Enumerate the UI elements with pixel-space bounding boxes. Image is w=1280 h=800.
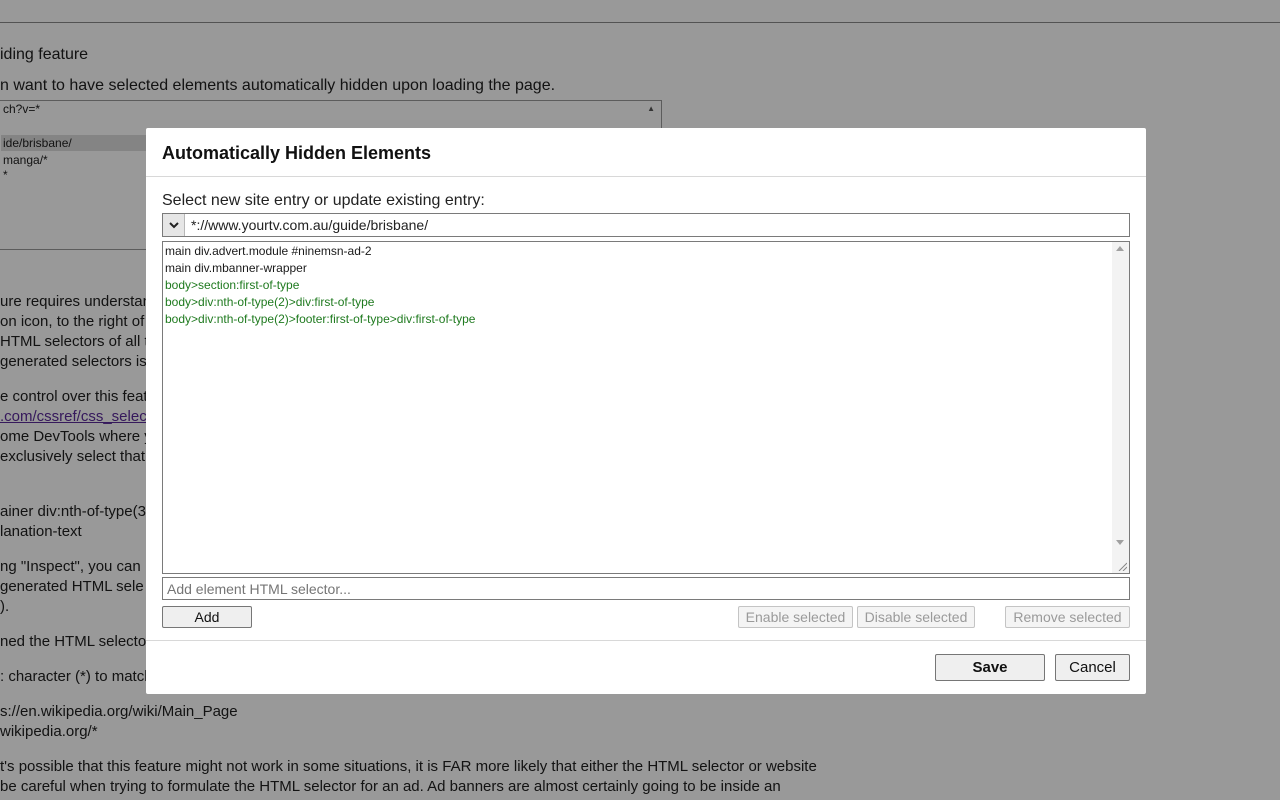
dialog-title: Automatically Hidden Elements: [162, 143, 432, 163]
remove-selected-button[interactable]: Remove selected: [1005, 606, 1130, 628]
site-entry-value: *://www.yourtv.com.au/guide/brisbane/: [191, 217, 429, 233]
footer-divider: [146, 640, 1146, 641]
selector-row[interactable]: main div.advert.module #ninemsn-ad-2: [165, 243, 475, 260]
scroll-up-arrow-icon[interactable]: [1116, 246, 1124, 251]
chevron-down-icon[interactable]: [163, 214, 185, 236]
cancel-button[interactable]: Cancel: [1055, 654, 1130, 681]
site-entry-select[interactable]: *://www.yourtv.com.au/guide/brisbane/: [162, 213, 1130, 237]
scroll-down-arrow-icon[interactable]: [1116, 540, 1124, 545]
add-button[interactable]: Add: [162, 606, 252, 628]
selector-listbox[interactable]: main div.advert.module #ninemsn-ad-2 main…: [162, 241, 1130, 574]
site-entry-prompt: Select new site entry or update existing…: [162, 192, 485, 209]
selector-row[interactable]: body>div:nth-of-type(2)>div:first-of-typ…: [165, 294, 475, 311]
add-selector-input[interactable]: [162, 577, 1130, 600]
selector-row[interactable]: main div.mbanner-wrapper: [165, 260, 475, 277]
save-button[interactable]: Save: [935, 654, 1045, 681]
resize-grip-icon[interactable]: [1117, 561, 1127, 571]
hidden-elements-dialog: Automatically Hidden Elements Select new…: [146, 128, 1146, 694]
selector-row[interactable]: body>div:nth-of-type(2)>footer:first-of-…: [165, 311, 475, 328]
vertical-scrollbar[interactable]: [1112, 242, 1129, 573]
selector-row[interactable]: body>section:first-of-type: [165, 277, 475, 294]
disable-selected-button[interactable]: Disable selected: [857, 606, 975, 628]
enable-selected-button[interactable]: Enable selected: [738, 606, 853, 628]
header-divider: [146, 176, 1146, 177]
